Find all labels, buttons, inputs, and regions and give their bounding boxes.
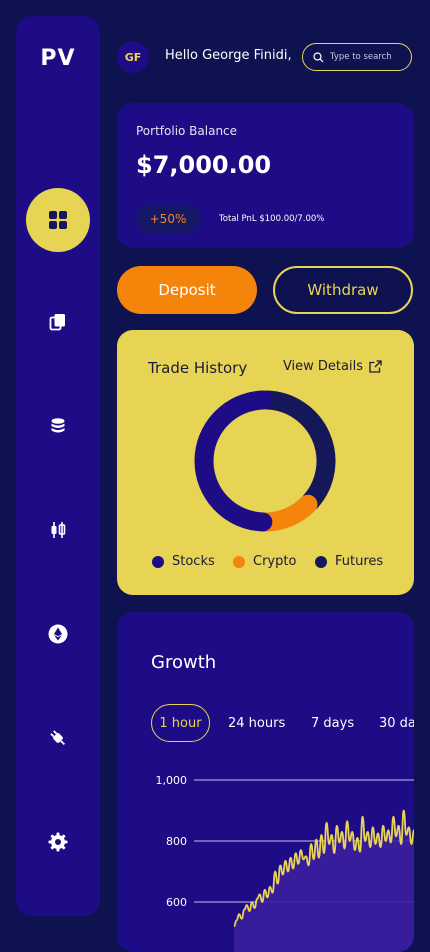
ethereum-icon: [48, 624, 68, 644]
total-pnl-text: Total PnL $100.00/7.00%: [219, 214, 324, 224]
sidebar: PV: [16, 16, 100, 916]
y-tick-label: 800: [166, 835, 187, 848]
nav-item-trading[interactable]: [26, 498, 90, 562]
donut-slice-crypto: [267, 504, 308, 522]
growth-area-chart: 1,000 800 600: [117, 612, 414, 952]
search-input[interactable]: [330, 52, 402, 62]
legend-label: Futures: [335, 554, 383, 569]
candlestick-icon: [49, 521, 67, 539]
settings-gear-icon: [48, 832, 68, 852]
app-logo: PV: [16, 46, 100, 71]
balance-amount: $7,000.00: [136, 151, 271, 179]
plug-icon: [48, 728, 68, 748]
legend-item-stocks: Stocks: [152, 554, 215, 569]
copy-icon: [49, 313, 67, 331]
legend-dot: [315, 556, 327, 568]
change-badge: +50%: [136, 205, 200, 233]
avatar[interactable]: GF: [117, 41, 149, 73]
legend-dot: [152, 556, 164, 568]
trade-history-card: Trade History View Details Stocks Crypto…: [117, 330, 414, 595]
legend-label: Crypto: [253, 554, 296, 569]
nav-item-integrations[interactable]: [26, 706, 90, 770]
portfolio-balance-card: Portfolio Balance $7,000.00 +50% Total P…: [117, 103, 414, 248]
legend-dot: [233, 556, 245, 568]
nav-item-assets[interactable]: [26, 394, 90, 458]
nav-item-crypto[interactable]: [26, 602, 90, 666]
legend-label: Stocks: [172, 554, 215, 569]
deposit-button[interactable]: Deposit: [117, 266, 257, 314]
legend-item-futures: Futures: [315, 554, 383, 569]
greeting-text: Hello George Finidi,: [165, 48, 292, 63]
legend-item-crypto: Crypto: [233, 554, 296, 569]
coins-stack-icon: [49, 417, 67, 435]
growth-card: Growth 1 hour 24 hours 7 days 30 days 1,…: [117, 612, 414, 952]
y-tick-label: 600: [166, 896, 187, 909]
nav-item-dashboard[interactable]: [26, 188, 90, 252]
y-tick-label: 1,000: [156, 774, 188, 787]
grid-icon: [48, 210, 68, 230]
withdraw-button[interactable]: Withdraw: [273, 266, 413, 314]
nav-item-settings[interactable]: [26, 810, 90, 874]
donut-slice-futures: [267, 400, 326, 501]
nav-item-documents[interactable]: [26, 290, 90, 354]
search-icon: [313, 52, 324, 63]
balance-label: Portfolio Balance: [136, 124, 237, 138]
donut-slice-stocks: [204, 400, 263, 522]
search-box[interactable]: [302, 43, 412, 71]
